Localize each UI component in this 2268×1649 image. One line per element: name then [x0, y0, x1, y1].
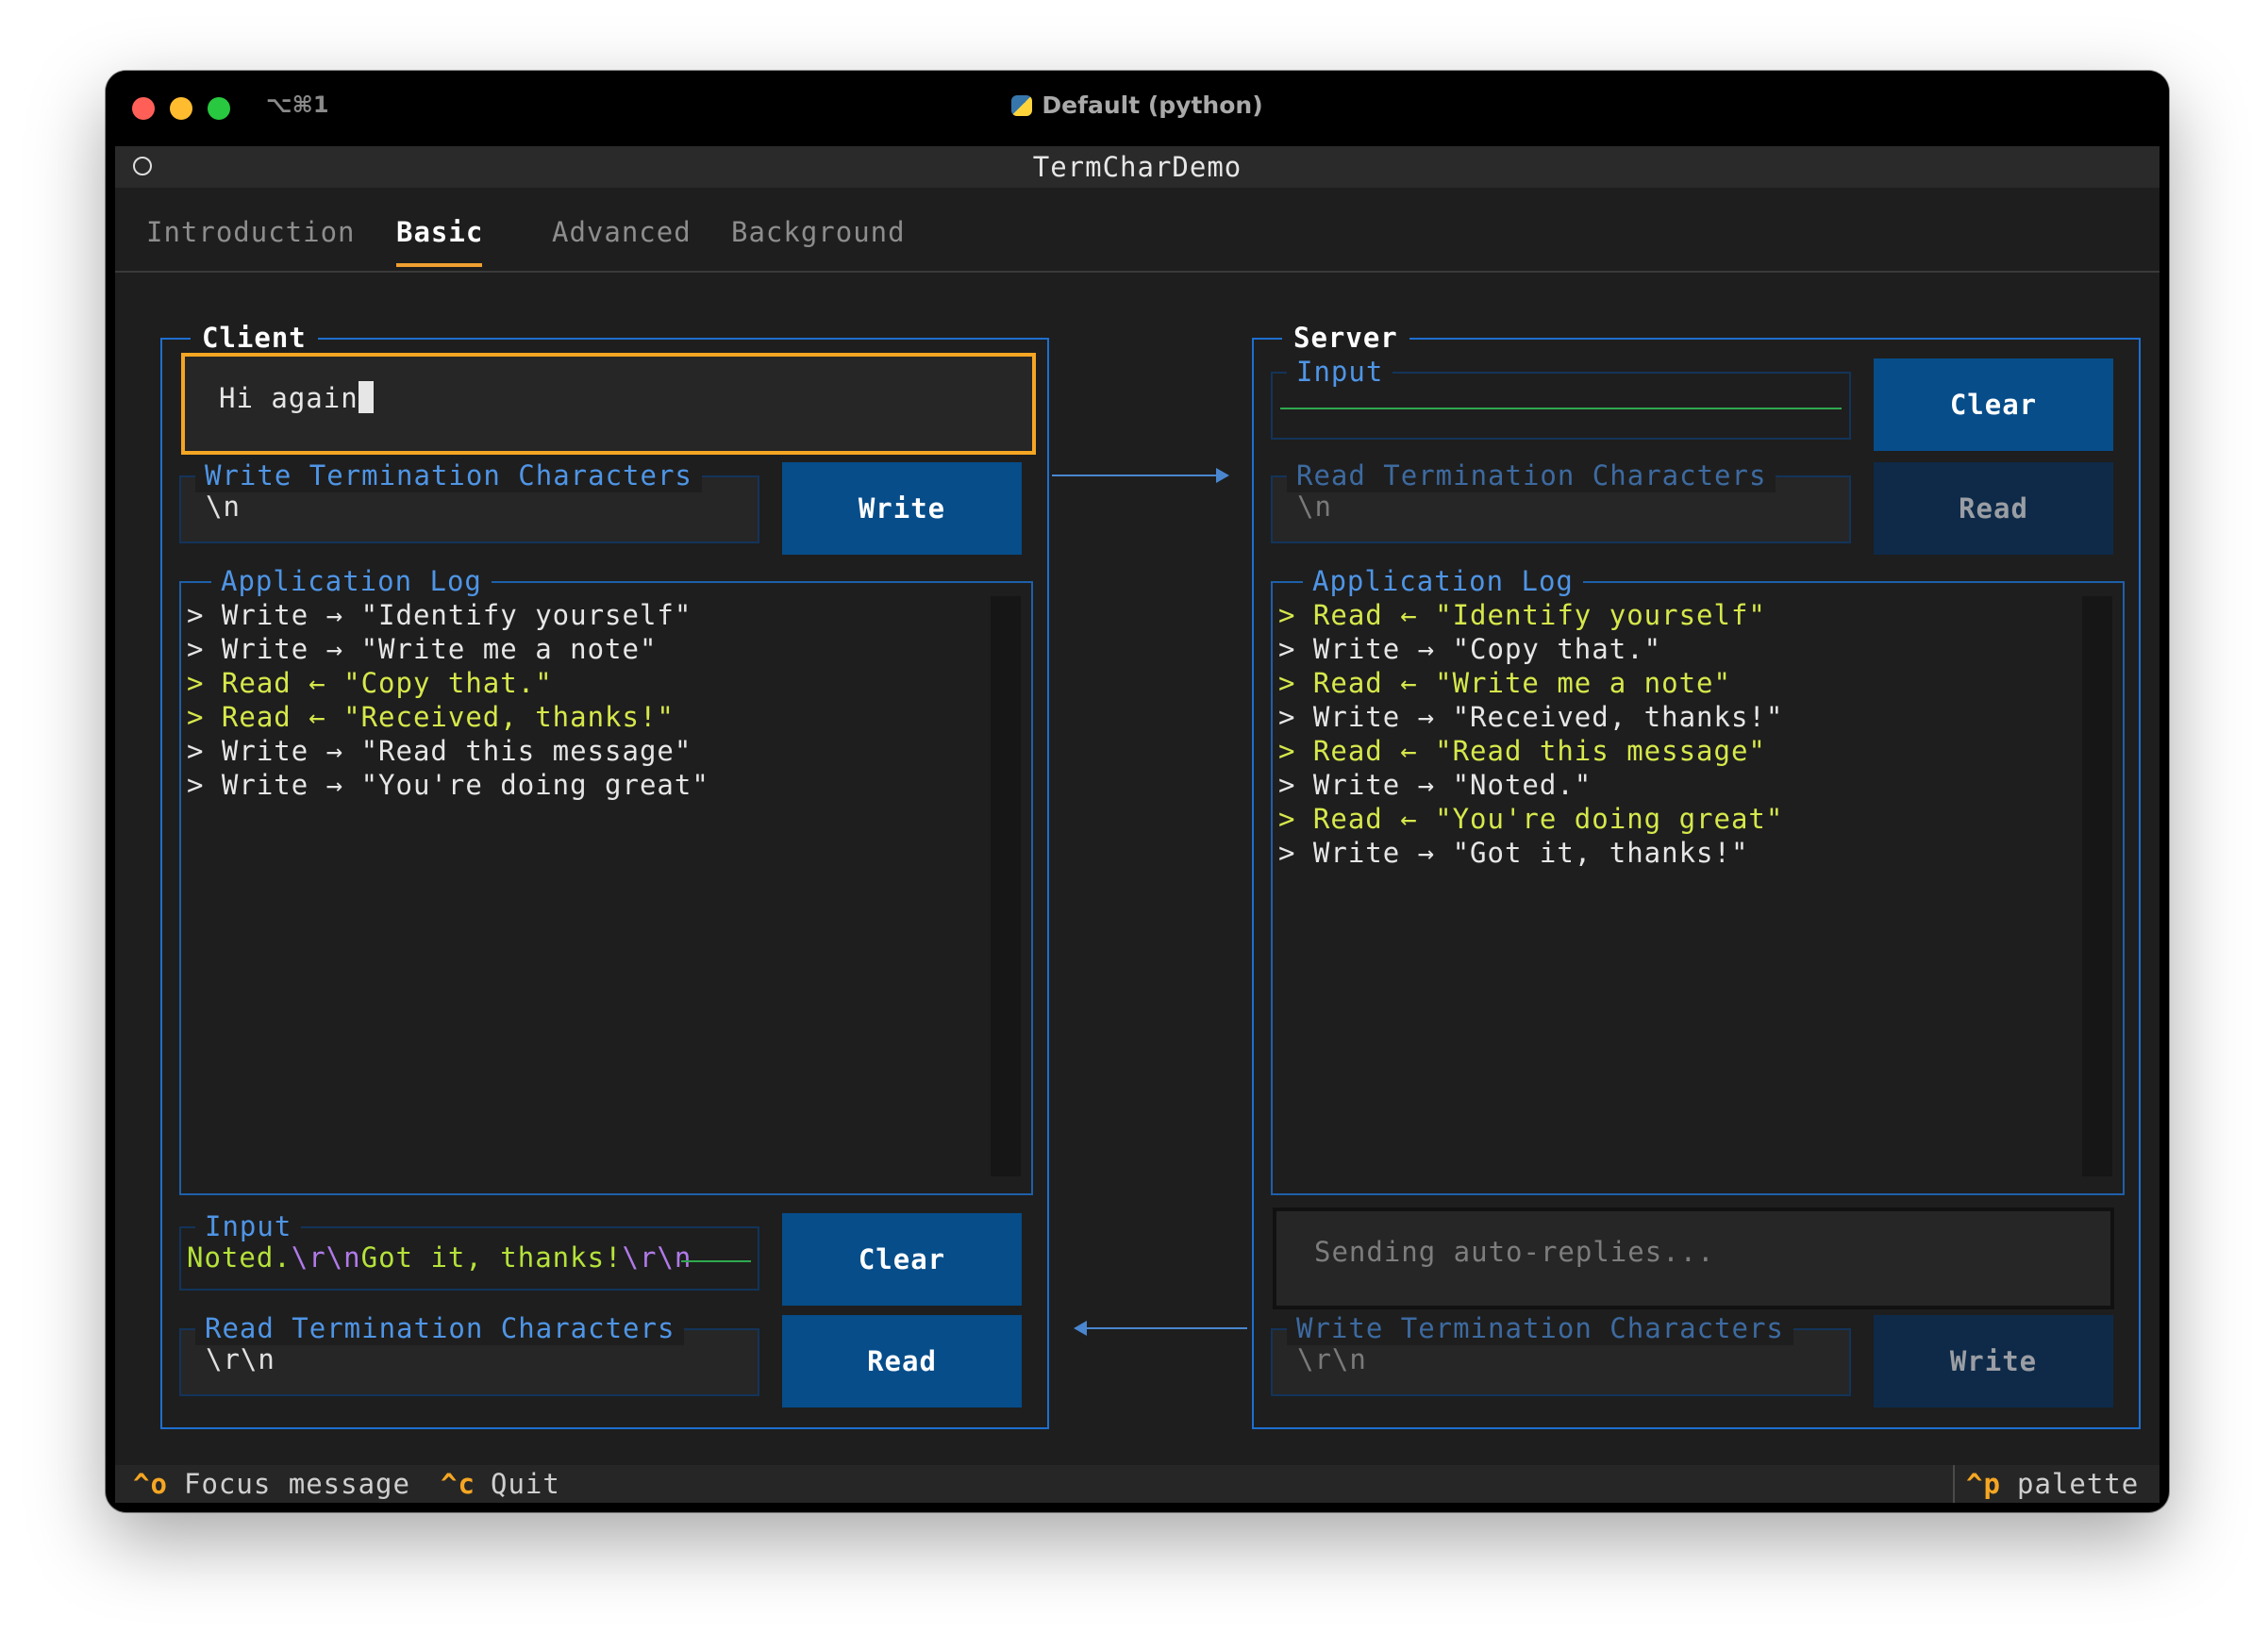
- server-read-term-field[interactable]: Read Termination Characters \n: [1271, 458, 1851, 543]
- footer-label-quit[interactable]: Quit: [491, 1465, 560, 1503]
- server-write-button[interactable]: Write: [1874, 1315, 2113, 1407]
- client-message-value: Hi again: [219, 382, 359, 414]
- terminal-content: TermCharDemo Introduction Basic Advanced…: [115, 146, 2160, 1503]
- client-to-server-arrow-line: [1052, 475, 1218, 476]
- client-panel: Client Hi again Write Termination Charac…: [160, 319, 1049, 1429]
- client-clear-button[interactable]: Clear: [782, 1213, 1022, 1306]
- log-line: > Read ← "Identify yourself": [1278, 599, 1766, 631]
- window-title-text: Default (python): [1042, 92, 1263, 119]
- client-log-scrollbar[interactable]: [991, 596, 1021, 1176]
- server-input-label: Input: [1287, 355, 1393, 389]
- tab-advanced[interactable]: Advanced: [552, 216, 692, 248]
- terminal-window: ⌥⌘1 Default (python) TermCharDemo Introd…: [106, 71, 2169, 1512]
- client-log-label: Application Log: [211, 564, 492, 598]
- window-title: Default (python): [106, 92, 2169, 119]
- server-read-term-value: \n: [1297, 491, 1332, 523]
- client-read-term-field[interactable]: Read Termination Characters \r\n: [179, 1311, 759, 1396]
- log-line: > Write → "Copy that.": [1278, 633, 1662, 665]
- left-arrow-icon: [1074, 1321, 1087, 1336]
- text-cursor: [358, 381, 374, 413]
- input-escape-part: \r\n: [291, 1241, 361, 1274]
- client-message-input[interactable]: Hi again: [181, 353, 1036, 455]
- server-read-button[interactable]: Read: [1874, 462, 2113, 555]
- server-read-term-label: Read Termination Characters: [1287, 458, 1776, 492]
- client-log-lines: > Write → "Identify yourself" > Write → …: [187, 598, 709, 802]
- auto-reply-status: Sending auto-replies...: [1273, 1208, 2114, 1309]
- client-title: Client: [191, 319, 318, 357]
- active-tab-underline: [396, 263, 482, 267]
- auto-reply-text: Sending auto-replies...: [1314, 1236, 1715, 1268]
- client-write-term-label: Write Termination Characters: [195, 458, 702, 492]
- server-log-scrollbar[interactable]: [2082, 596, 2112, 1176]
- input-text-part: Noted.: [187, 1241, 292, 1274]
- server-clear-button[interactable]: Clear: [1874, 358, 2113, 451]
- client-write-term-value: \n: [206, 491, 241, 523]
- app-title: TermCharDemo: [1032, 151, 1242, 183]
- client-read-button[interactable]: Read: [782, 1315, 1022, 1407]
- footer-key-focus[interactable]: ^o: [133, 1465, 168, 1503]
- server-log-lines: > Read ← "Identify yourself" > Write → "…: [1278, 598, 1783, 870]
- server-input-field[interactable]: Input: [1271, 355, 1851, 440]
- log-line: > Write → "Received, thanks!": [1278, 701, 1784, 733]
- server-write-term-field[interactable]: Write Termination Characters \r\n: [1271, 1311, 1851, 1396]
- server-log-label: Application Log: [1303, 564, 1583, 598]
- right-arrow-icon: [1216, 468, 1229, 483]
- client-write-button[interactable]: Write: [782, 462, 1022, 555]
- input-text-part: Got it, thanks!: [360, 1241, 623, 1274]
- client-application-log: Application Log > Write → "Identify your…: [179, 564, 1033, 1195]
- client-read-term-label: Read Termination Characters: [195, 1311, 685, 1345]
- log-line: > Write → "Write me a note": [187, 633, 658, 665]
- tab-basic[interactable]: Basic: [396, 216, 483, 248]
- tab-bar: Introduction Basic Advanced Background: [115, 188, 2160, 273]
- log-line: > Read ← "Received, thanks!": [187, 701, 675, 733]
- server-write-term-label: Write Termination Characters: [1287, 1311, 1793, 1345]
- footer-key-palette[interactable]: ^p: [1966, 1465, 2001, 1503]
- client-input-field[interactable]: Input Noted.\r\nGot it, thanks!\r\n: [179, 1209, 759, 1291]
- tab-divider: [115, 271, 2160, 273]
- input-escape-part: \r\n: [622, 1241, 692, 1274]
- footer-key-quit[interactable]: ^c: [441, 1465, 475, 1503]
- server-to-client-arrow-line: [1087, 1327, 1247, 1329]
- footer-bar: ^o Focus message ^c Quit ^p palette: [115, 1465, 2160, 1503]
- log-line: > Read ← "Write me a note": [1278, 667, 1731, 699]
- log-line: > Write → "Identify yourself": [187, 599, 692, 631]
- client-read-term-value: \r\n: [206, 1343, 275, 1375]
- server-application-log: Application Log > Read ← "Identify yours…: [1271, 564, 2125, 1195]
- client-write-term-field[interactable]: Write Termination Characters \n: [179, 458, 759, 543]
- server-panel: Server Input Clear Read Termination Char…: [1252, 319, 2141, 1429]
- client-message-text: Hi again: [219, 381, 374, 414]
- footer-separator: [1953, 1465, 1955, 1503]
- log-line: > Write → "Noted.": [1278, 769, 1593, 801]
- log-line: > Read ← "Copy that.": [187, 667, 553, 699]
- log-line: > Write → "Read this message": [187, 735, 692, 767]
- python-icon: [1011, 95, 1033, 116]
- server-title: Server: [1282, 319, 1409, 357]
- footer-label-palette[interactable]: palette: [2017, 1465, 2139, 1503]
- client-input-value: Noted.\r\nGot it, thanks!\r\n: [187, 1241, 692, 1274]
- client-input-label: Input: [195, 1209, 302, 1243]
- log-line: > Write → "Got it, thanks!": [1278, 837, 1749, 869]
- footer-label-focus[interactable]: Focus message: [184, 1465, 410, 1503]
- window-titlebar: ⌥⌘1 Default (python): [106, 71, 2169, 146]
- tab-background[interactable]: Background: [731, 216, 906, 248]
- client-input-underline: [681, 1260, 751, 1262]
- log-line: > Write → "You're doing great": [187, 769, 709, 801]
- tab-introduction[interactable]: Introduction: [146, 216, 356, 248]
- log-line: > Read ← "You're doing great": [1278, 803, 1784, 835]
- server-write-term-value: \r\n: [1297, 1343, 1367, 1375]
- app-header: TermCharDemo: [115, 146, 2160, 188]
- server-input-underline: [1280, 408, 1842, 409]
- log-line: > Read ← "Read this message": [1278, 735, 1766, 767]
